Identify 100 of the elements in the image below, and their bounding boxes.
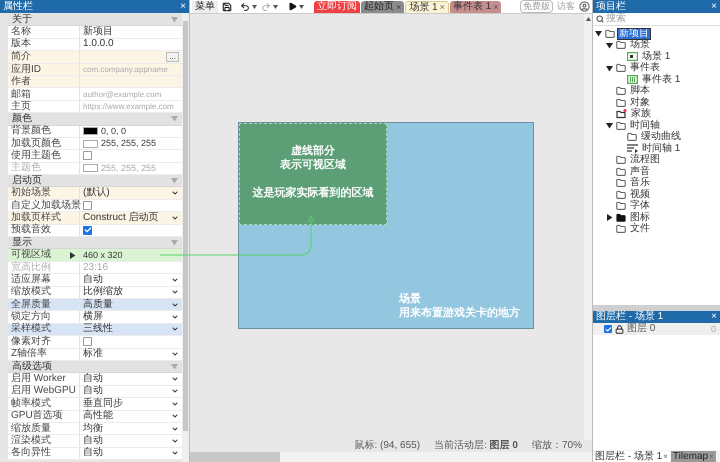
dropdown[interactable]: 自动 (83, 386, 179, 396)
tree-item[interactable]: 音乐 (629, 178, 651, 188)
property-label: 缩放模式 (11, 286, 51, 298)
panel-title: 项目栏 (596, 2, 626, 12)
dropdown[interactable]: 自动 (83, 374, 179, 384)
folder-icon (616, 86, 626, 96)
tree-item[interactable]: 流程图 (629, 155, 661, 166)
folder-icon (616, 201, 626, 212)
property-label: 启用 WebGPU (11, 385, 76, 398)
editor-tab[interactable]: 立即订阅 (314, 1, 360, 13)
section-header[interactable]: 关于 (8, 14, 182, 26)
close-button[interactable]: × (711, 312, 717, 322)
dropdown[interactable]: Construct 启动页 (83, 212, 179, 223)
panel-tab[interactable]: Tilemap× (670, 451, 716, 462)
scrollbar-thumb[interactable] (190, 452, 280, 462)
folder-icon (616, 98, 626, 108)
dropdown[interactable]: 自动 (83, 274, 179, 285)
text-input[interactable]: https://www.example.com (80, 100, 182, 114)
expand-triangle-icon[interactable] (595, 30, 602, 38)
scrollbar-thumb[interactable] (183, 21, 188, 431)
caret-icon[interactable] (299, 4, 304, 8)
tree-item[interactable]: 脚本 (629, 86, 651, 96)
panel-title: 图层栏 - 场景 1 (596, 312, 664, 322)
tree-item[interactable]: 时间轴 (629, 120, 661, 131)
section-title: 显示 (12, 236, 32, 248)
property-label: 使用主题色 (11, 150, 61, 162)
section-header[interactable]: 显示 (8, 237, 182, 250)
checkbox[interactable] (83, 151, 92, 160)
dropdown[interactable]: 自动 (83, 448, 179, 458)
checkbox[interactable] (83, 201, 92, 210)
dropdown[interactable]: 横屏 (83, 312, 179, 322)
search-field[interactable]: 搜索 (606, 13, 717, 25)
dropdown[interactable]: 标准 (83, 349, 179, 360)
dropdown[interactable]: 三线性 (83, 324, 179, 334)
section-header[interactable]: 高级选项 (8, 360, 182, 374)
property-label: 宽高比例 (11, 262, 51, 274)
expand-triangle-icon[interactable] (606, 122, 613, 130)
property-value: 23:16 (83, 262, 108, 272)
tree-item[interactable]: 声音 (629, 166, 651, 177)
section-header[interactable]: 启动页 (8, 175, 182, 188)
property-label: GPU首选项 (11, 410, 63, 422)
plan-badge: 免费版 (520, 0, 553, 13)
play-icon[interactable] (288, 2, 297, 11)
text-input[interactable]: author@example.com (80, 88, 182, 101)
panel-tab[interactable]: 图层栏 - 场景 1× (593, 451, 670, 462)
user-icon[interactable] (579, 1, 590, 12)
lock-icon[interactable] (615, 324, 624, 334)
dropdown[interactable]: 自动 (83, 436, 179, 446)
editor-tab[interactable]: 起始页 × (361, 1, 404, 13)
undo-icon[interactable] (240, 2, 250, 12)
tree-item[interactable]: 家族 (630, 109, 652, 120)
tree-item[interactable]: 场景 1 (641, 52, 672, 62)
color-swatch[interactable] (83, 140, 98, 148)
checkbox[interactable] (83, 226, 92, 235)
text-input[interactable]: com.company.appname (80, 64, 182, 76)
section-title: 高级选项 (12, 360, 52, 372)
tree-item[interactable]: 视频 (629, 190, 651, 200)
dropdown[interactable]: 高质量 (83, 300, 179, 310)
expand-triangle-icon[interactable] (606, 64, 613, 72)
tree-item[interactable]: 文件 (629, 224, 651, 234)
save-icon[interactable] (222, 2, 232, 12)
tree-item[interactable]: 缓动曲线 (640, 132, 682, 142)
menu-button[interactable]: 菜单 (192, 0, 218, 12)
checkbox[interactable] (83, 337, 92, 346)
color-swatch[interactable] (83, 127, 98, 136)
tree-item[interactable]: 字体 (629, 201, 651, 212)
scene-title: 场景 (399, 292, 422, 306)
user-name: 访客 (557, 2, 575, 11)
editor-tab[interactable]: 场景 1 × (405, 1, 449, 13)
dropdown[interactable]: 比例缩放 (83, 287, 179, 298)
editor-tab[interactable]: 事件表 1 × (450, 1, 502, 13)
tree-item[interactable]: 图标 (629, 212, 651, 223)
close-button[interactable]: × (180, 2, 186, 12)
dropdown[interactable]: 垂直同步 (83, 398, 179, 409)
expand-triangle-icon[interactable] (606, 214, 613, 222)
property-label: 可视区域 (11, 249, 51, 262)
search-icon (596, 15, 604, 23)
layer-row[interactable]: 图层 0 0 (593, 323, 720, 335)
folder-icon (616, 166, 626, 177)
property-label: 锁定方向 (11, 311, 51, 322)
scroll-up-icon[interactable] (586, 17, 590, 21)
panel-title: 属性栏 (3, 2, 33, 12)
property-label: 渲染模式 (11, 434, 51, 446)
dropdown[interactable]: 高性能 (83, 411, 179, 422)
caret-icon[interactable] (273, 4, 278, 8)
dropdown[interactable]: (默认) (83, 188, 179, 198)
tree-item[interactable]: 时间轴 1 (641, 144, 682, 154)
expand-triangle-icon[interactable] (606, 42, 613, 49)
scene-note: 用来布置游戏关卡的地方 (399, 306, 520, 320)
caret-icon[interactable] (252, 4, 257, 8)
tree-item[interactable]: 事件表 (629, 63, 661, 74)
section-header[interactable]: 颜色 (8, 113, 182, 126)
close-button[interactable]: × (711, 2, 717, 12)
tree-item[interactable]: 事件表 1 (641, 74, 682, 85)
property-label: 加载页颜色 (11, 138, 61, 150)
edit-button[interactable]: ... (166, 52, 179, 62)
property-label: 主页 (8, 100, 80, 114)
tree-item[interactable]: 对象 (629, 98, 651, 108)
expand-triangle-icon[interactable] (69, 252, 76, 259)
dropdown[interactable]: 均衡 (83, 424, 179, 434)
